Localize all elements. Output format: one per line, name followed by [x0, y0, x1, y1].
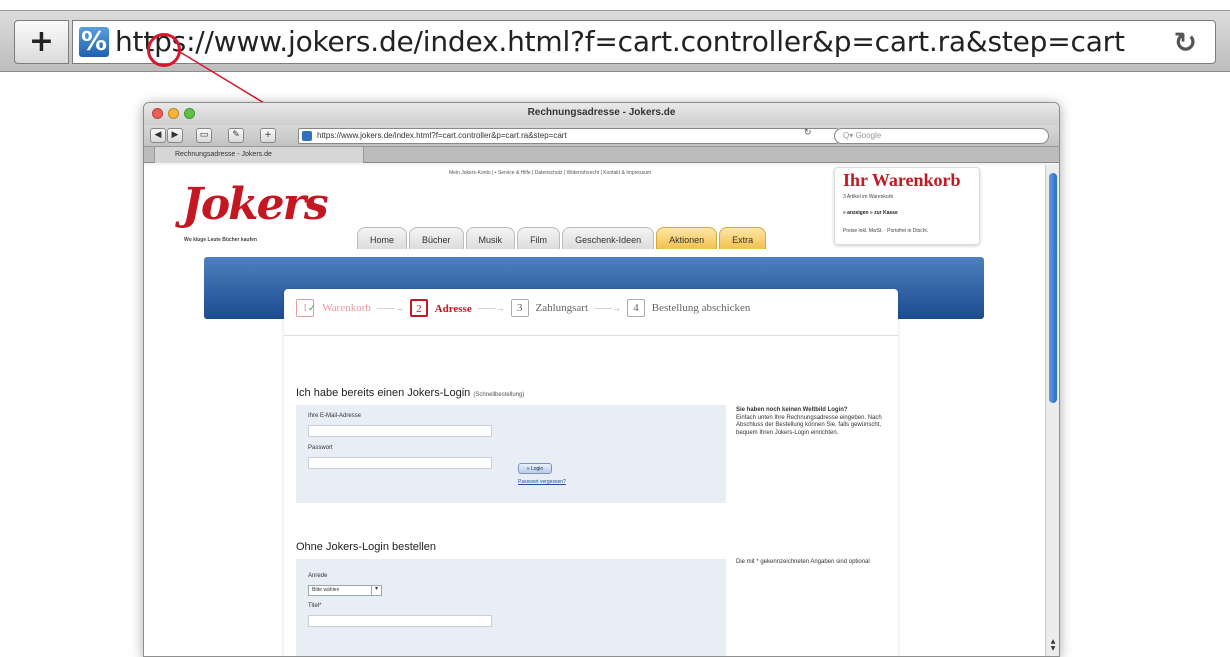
salutation-label: Anrede — [308, 573, 328, 579]
favicon-icon — [302, 131, 312, 141]
jokers-logo[interactable]: Jokers — [182, 179, 329, 230]
step-adresse: 2 Adresse — [409, 299, 472, 317]
zoomed-url-text: https://www.jokers.de/index.html?f=cart.… — [115, 25, 1125, 58]
email-field[interactable] — [308, 425, 492, 437]
page-viewport: Jokers Wo kluge Leute Bücher kaufen Mein… — [144, 165, 1046, 656]
step-label: Adresse — [434, 303, 472, 315]
login-heading-note: (Schnellbestellung) — [473, 392, 525, 398]
logo-tagline: Wo kluge Leute Bücher kaufen — [184, 237, 257, 243]
cart-title: Ihr Warenkorb — [843, 170, 961, 190]
title-bar: Rechnungsadresse - Jokers.de — [144, 103, 1059, 125]
back-icon[interactable]: ◀ — [150, 128, 166, 143]
arrow-right-icon: ——→ — [594, 303, 622, 313]
forgot-password-link[interactable]: Passwort vergessen? — [518, 479, 566, 485]
chevron-down-icon: ▾ — [371, 585, 381, 596]
checkout-steps: 1✓ Warenkorb ——→ 2 Adresse ——→ 3 Zahlung… — [296, 299, 750, 317]
cart-footer: Preise inkl. MwSt. · Portofrei in Dtschl… — [843, 228, 929, 234]
tab-bar: Rechnungsadresse - Jokers.de — [144, 147, 1059, 163]
checkout-panel: 1✓ Warenkorb ——→ 2 Adresse ——→ 3 Zahlung… — [284, 289, 898, 656]
login-heading: Ich habe bereits einen Jokers-Login (Sch… — [296, 387, 524, 399]
bookmarks-icon[interactable]: ▭ — [196, 128, 212, 143]
side-note-heading: Sie haben noch keinen Weltbild Login? — [736, 407, 848, 413]
search-field[interactable]: Q▾ Google — [834, 128, 1049, 144]
nav-aktionen[interactable]: Aktionen — [656, 227, 718, 249]
https-highlight-circle — [147, 33, 181, 67]
login-heading-text: Ich habe bereits einen Jokers-Login — [296, 387, 471, 399]
step-label: Zahlungsart — [535, 302, 589, 314]
nav-film[interactable]: Film — [517, 227, 561, 249]
screenshot-stage: + % https://www.jokers.de/index.html?f=c… — [0, 0, 1230, 657]
zoomed-url-field[interactable]: % https://www.jokers.de/index.html?f=car… — [72, 20, 1216, 64]
scroll-thumb[interactable] — [1049, 173, 1057, 403]
mini-reload-icon[interactable]: ↻ — [804, 128, 812, 138]
guest-form: Anrede Bitte wählen ▾ Titel* — [296, 559, 726, 656]
browser-window: Rechnungsadresse - Jokers.de ◀ ▶ ▭ ✎ + h… — [143, 102, 1060, 657]
title-field[interactable] — [308, 615, 492, 627]
side-note-text: Einfach unten Ihre Rechnungsadresse eing… — [736, 414, 882, 436]
step-label: Warenkorb — [322, 302, 371, 314]
cart-widget: Ihr Warenkorb 3 Artikel im Warenkorb » a… — [834, 167, 980, 245]
step-label: Bestellung abschicken — [651, 302, 751, 314]
arrow-right-icon: ——→ — [477, 303, 505, 313]
scroll-arrows-icon[interactable]: ▲ ▼ — [1048, 638, 1058, 652]
login-button[interactable]: » Login — [518, 463, 552, 474]
step-bestellung: 4 Bestellung abschicken — [627, 299, 750, 317]
login-form: Ihre E-Mail-Adresse Passwort » Login Pas… — [296, 405, 726, 503]
password-label: Passwort — [308, 445, 333, 451]
check-icon: ✓ — [308, 304, 316, 314]
nav-buecher[interactable]: Bücher — [409, 227, 464, 249]
step-zahlungsart: 3 Zahlungsart — [510, 299, 589, 317]
step-warenkorb[interactable]: 1✓ Warenkorb — [296, 299, 371, 317]
browser-toolbar: ◀ ▶ ▭ ✎ + https://www.jokers.de/index.ht… — [144, 125, 1059, 147]
url-field[interactable]: https://www.jokers.de/index.html?f=cart.… — [298, 128, 838, 144]
salutation-value: Bitte wählen — [312, 587, 340, 593]
cart-item-count: 3 Artikel im Warenkorb — [843, 194, 894, 200]
nav-home[interactable]: Home — [357, 227, 408, 249]
plus-icon[interactable]: + — [14, 20, 69, 64]
optional-note: Die mit * gekennzeichneten Angaben sind … — [736, 559, 870, 565]
url-text: https://www.jokers.de/index.html?f=cart.… — [317, 131, 567, 140]
password-field[interactable] — [308, 457, 492, 469]
nav-extra[interactable]: Extra — [719, 227, 767, 249]
window-title: Rechnungsadresse - Jokers.de — [527, 107, 676, 118]
arrow-right-icon: ——→ — [376, 303, 404, 313]
steps-divider — [284, 335, 898, 336]
step-number: 4 — [627, 299, 646, 317]
nav-geschenk-ideen[interactable]: Geschenk-Ideen — [562, 227, 655, 249]
add-bookmark-icon[interactable]: + — [260, 128, 276, 143]
vertical-scrollbar[interactable]: ▲ ▼ — [1045, 165, 1059, 656]
tab-rechnungsadresse[interactable]: Rechnungsadresse - Jokers.de — [154, 147, 364, 163]
login-side-note: Sie haben noch keinen Weltbild Login? Ei… — [736, 407, 886, 437]
zoomed-address-bar: + % https://www.jokers.de/index.html?f=c… — [0, 10, 1230, 72]
forward-icon[interactable]: ▶ — [167, 128, 183, 143]
reload-icon[interactable]: ↻ — [1174, 26, 1197, 59]
email-label: Ihre E-Mail-Adresse — [308, 413, 362, 419]
top-links[interactable]: Mein Jokers-Konto | • Service & Hilfe | … — [449, 170, 651, 176]
security-badge-icon: % — [79, 27, 109, 57]
salutation-select[interactable]: Bitte wählen ▾ — [308, 585, 382, 596]
main-nav: Home Bücher Musik Film Geschenk-Ideen Ak… — [357, 227, 767, 249]
edit-icon[interactable]: ✎ — [228, 128, 244, 143]
step-number: 3 — [510, 299, 529, 317]
cart-actions[interactable]: » anzeigen » zur Kasse — [843, 210, 898, 216]
nav-musik[interactable]: Musik — [465, 227, 516, 249]
step-number: 2 — [409, 299, 428, 317]
title-label: Titel* — [308, 603, 322, 609]
guest-heading: Ohne Jokers-Login bestellen — [296, 541, 437, 553]
